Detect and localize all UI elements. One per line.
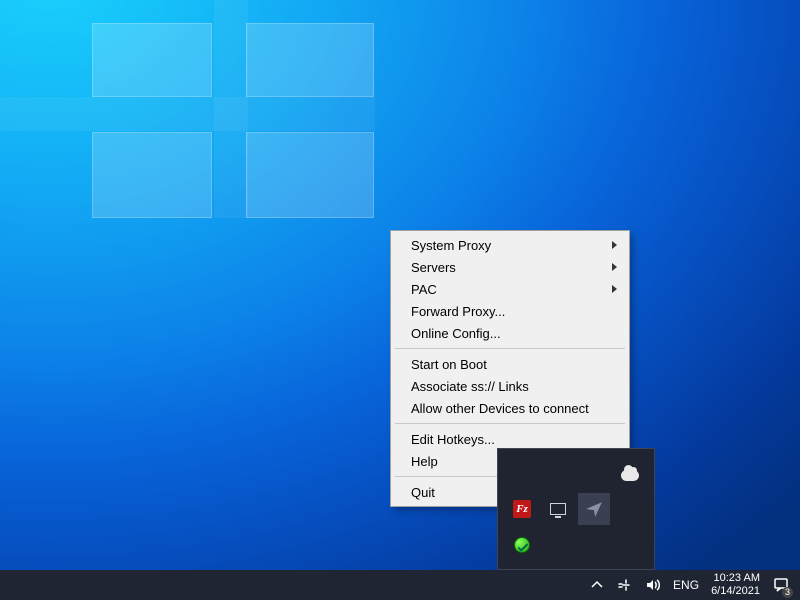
menu-item[interactable]: PAC <box>393 278 627 300</box>
menu-item[interactable]: Servers <box>393 256 627 278</box>
menu-item[interactable]: Associate ss:// Links <box>393 375 627 397</box>
submenu-arrow-icon <box>612 263 617 271</box>
keyboard-icon <box>617 577 633 593</box>
menu-item-label: Quit <box>411 485 435 500</box>
display-icon[interactable] <box>542 493 574 525</box>
filezilla-icon[interactable]: Fz <box>506 493 538 525</box>
menu-item-label: Start on Boot <box>411 357 487 372</box>
menu-item[interactable]: Forward Proxy... <box>393 300 627 322</box>
volume-icon <box>645 577 661 593</box>
tray-overflow-button[interactable] <box>583 570 611 600</box>
menu-item-label: Servers <box>411 260 456 275</box>
menu-item[interactable]: System Proxy <box>393 234 627 256</box>
tray-overflow-flyout: Fz <box>497 448 655 570</box>
tray-empty-slot <box>578 529 610 561</box>
menu-item-label: Forward Proxy... <box>411 304 505 319</box>
menu-item[interactable]: Online Config... <box>393 322 627 344</box>
cloud-icon-glyph <box>621 470 639 481</box>
tray-empty-slot <box>506 457 538 489</box>
clock-date: 6/14/2021 <box>711 585 760 598</box>
green-status-icon-glyph <box>514 537 530 553</box>
menu-item-label: PAC <box>411 282 437 297</box>
language-indicator[interactable]: ENG <box>667 570 705 600</box>
taskbar: ENG 10:23 AM 6/14/2021 3 <box>0 570 800 600</box>
chevron-up-icon <box>589 577 605 593</box>
language-label: ENG <box>673 578 699 592</box>
menu-separator <box>395 423 625 424</box>
menu-item[interactable]: Start on Boot <box>393 353 627 375</box>
action-center-button[interactable]: 3 <box>766 570 796 600</box>
menu-item[interactable]: Edit Hotkeys... <box>393 428 627 450</box>
tray-empty-slot <box>614 493 646 525</box>
shadowsocks-icon-glyph <box>585 500 603 518</box>
taskbar-clock[interactable]: 10:23 AM 6/14/2021 <box>705 572 766 598</box>
cloud-icon[interactable] <box>614 457 646 489</box>
action-center-badge: 3 <box>782 587 793 598</box>
tray-empty-slot <box>578 457 610 489</box>
submenu-arrow-icon <box>612 241 617 249</box>
submenu-arrow-icon <box>612 285 617 293</box>
display-icon-glyph <box>550 503 566 515</box>
menu-item-label: System Proxy <box>411 238 491 253</box>
menu-separator <box>395 348 625 349</box>
shadowsocks-icon[interactable] <box>578 493 610 525</box>
volume-button[interactable] <box>639 570 667 600</box>
menu-item-label: Edit Hotkeys... <box>411 432 495 447</box>
menu-item-label: Online Config... <box>411 326 501 341</box>
menu-item-label: Allow other Devices to connect <box>411 401 589 416</box>
tray-empty-slot <box>542 457 574 489</box>
tray-empty-slot <box>542 529 574 561</box>
input-indicator[interactable] <box>611 570 639 600</box>
menu-item-label: Help <box>411 454 438 469</box>
green-status-icon[interactable] <box>506 529 538 561</box>
menu-item-label: Associate ss:// Links <box>411 379 529 394</box>
tray-empty-slot <box>614 529 646 561</box>
menu-item[interactable]: Allow other Devices to connect <box>393 397 627 419</box>
clock-time: 10:23 AM <box>714 572 760 585</box>
filezilla-icon-glyph: Fz <box>513 500 531 518</box>
